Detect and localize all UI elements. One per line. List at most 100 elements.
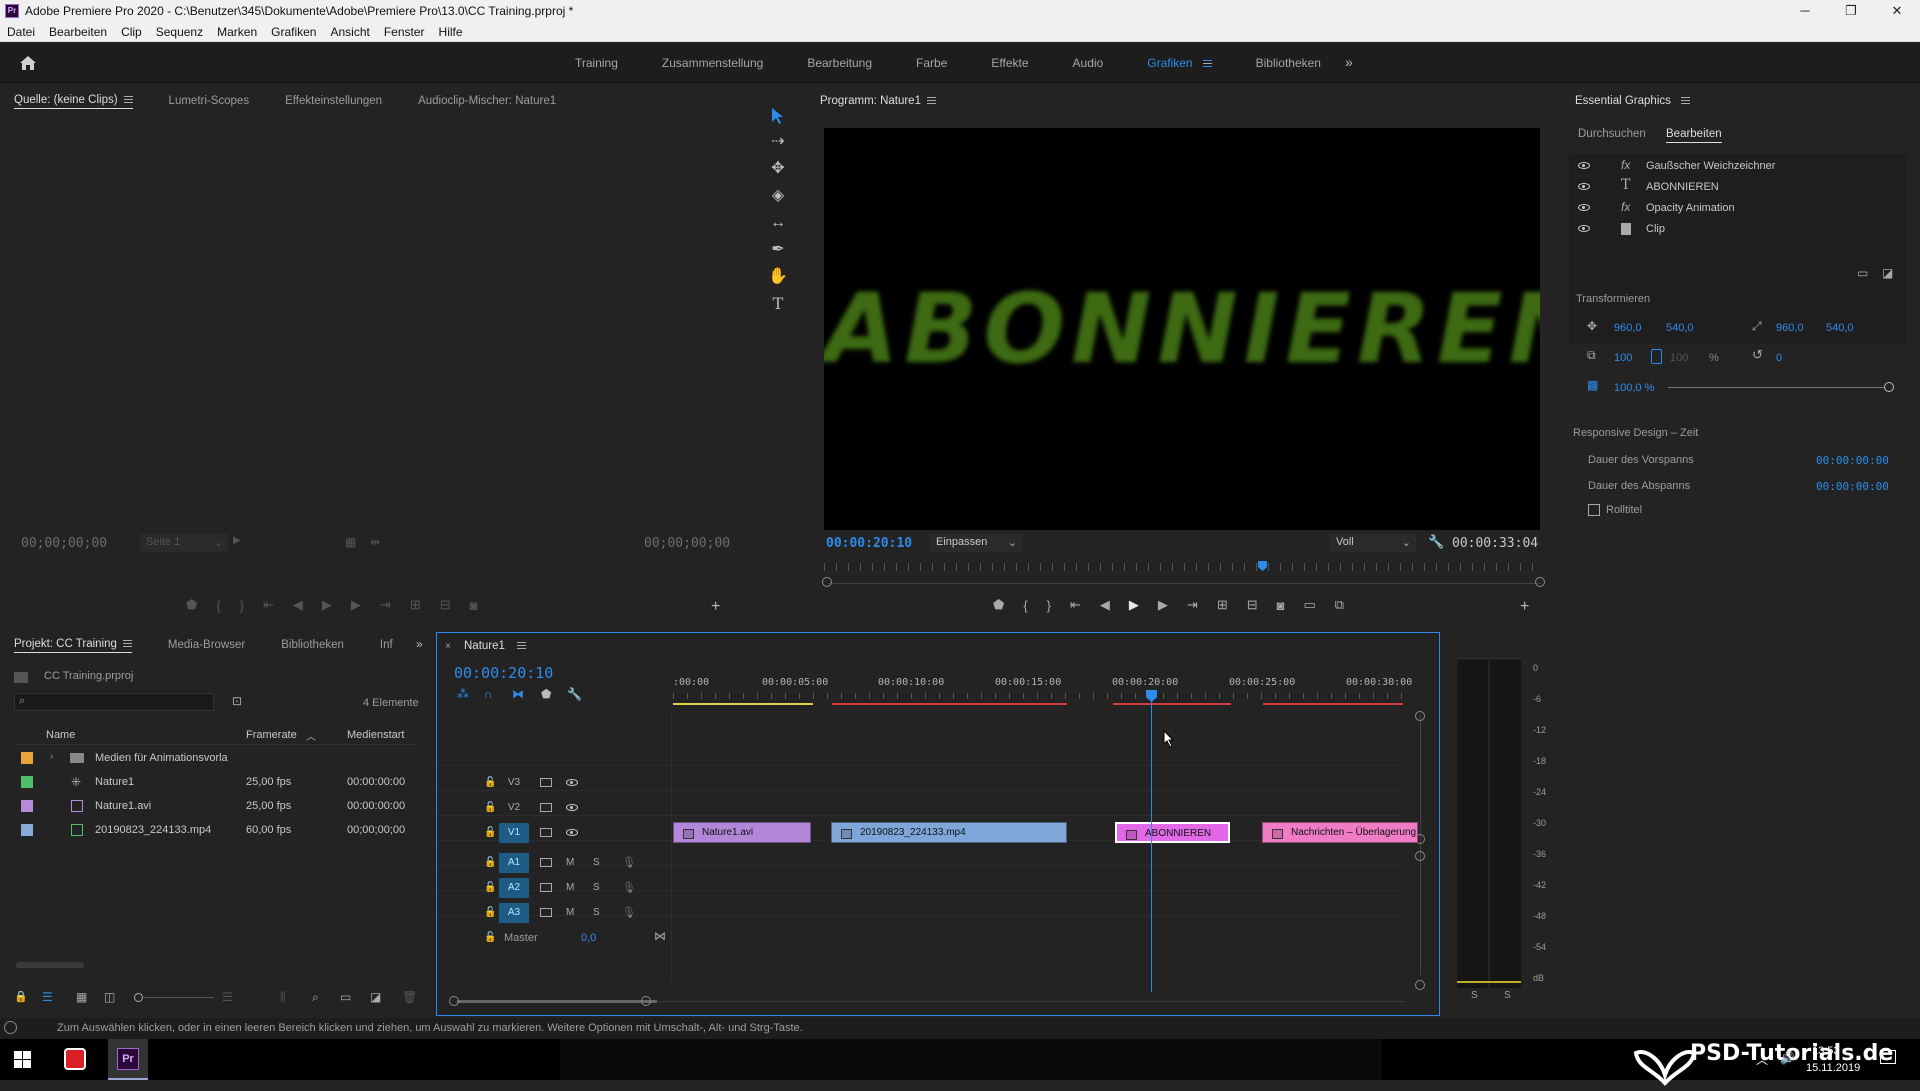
workspace-overflow-icon[interactable]: »: [1345, 54, 1353, 70]
extract-icon[interactable]: ⊟: [1247, 597, 1258, 613]
fit-select[interactable]: Einpassen ⌄: [930, 534, 1022, 552]
minimize-button[interactable]: ─: [1782, 0, 1828, 22]
volume-icon[interactable]: 🔊: [1780, 1051, 1795, 1065]
type-tool-icon[interactable]: T: [766, 292, 790, 316]
eg-layer-row[interactable]: fx Gaußscher Weichzeichner: [1569, 156, 1903, 177]
solo-button[interactable]: S: [593, 907, 600, 918]
track-label[interactable]: A2: [499, 878, 529, 898]
label-color-swatch[interactable]: [21, 752, 33, 764]
mute-button[interactable]: M: [566, 907, 574, 918]
new-bin-from-search-icon[interactable]: ⊡: [232, 694, 242, 708]
step-forward-icon[interactable]: ▶: [351, 597, 361, 613]
step-back-icon[interactable]: ◀: [293, 597, 303, 613]
new-item-icon[interactable]: ◪: [370, 990, 381, 1004]
time-ruler[interactable]: :00:00 00:00:05:00 00:00:10:00 00:00:15:…: [673, 677, 1412, 705]
add-button-icon[interactable]: +: [711, 598, 720, 616]
go-to-in-icon[interactable]: ⇤: [263, 597, 274, 613]
go-to-out-icon[interactable]: ⇥: [1187, 597, 1198, 613]
workspace-farbe[interactable]: Farbe: [916, 56, 947, 70]
opacity-slider-handle[interactable]: [1884, 382, 1894, 392]
find-icon[interactable]: ⌕: [312, 990, 319, 1005]
list-item[interactable]: 20190823_224133.mp4 60,00 fps 00;00;00;0…: [14, 818, 418, 842]
microphone-icon[interactable]: 🎙: [622, 906, 636, 919]
workspace-bearbeitung[interactable]: Bearbeitung: [807, 56, 872, 70]
program-mini-ruler[interactable]: [824, 563, 1544, 571]
outro-duration-value[interactable]: 00:00:00:00: [1816, 480, 1889, 493]
razor-tool-icon[interactable]: ◈: [766, 184, 790, 208]
microphone-icon[interactable]: 🎙: [622, 881, 636, 894]
tab-audio-clip-mixer[interactable]: Audioclip-Mischer: Nature1: [418, 95, 556, 107]
menu-bearbeiten[interactable]: Bearbeiten: [49, 25, 107, 39]
timeline-vertical-scrollbar[interactable]: [1420, 715, 1421, 975]
panel-menu-icon[interactable]: [1680, 97, 1690, 105]
timeline-menu-icon[interactable]: [516, 642, 526, 650]
track-header-a1[interactable]: 🔓 A1 M S 🎙: [440, 852, 670, 874]
meter-solo-left[interactable]: S: [1471, 990, 1478, 1001]
track-header-v1[interactable]: 🔓 V1: [440, 822, 670, 844]
sync-lock-icon[interactable]: [540, 828, 552, 837]
lock-aspect-toggle[interactable]: [1651, 349, 1662, 364]
eg-layer-row[interactable]: T ABONNIEREN: [1569, 177, 1903, 198]
pen-tool-icon[interactable]: ✒: [766, 238, 790, 262]
eg-tab-bearbeiten[interactable]: Bearbeiten: [1666, 128, 1722, 143]
export-frame-icon[interactable]: ▦: [345, 535, 356, 549]
sync-lock-icon[interactable]: [540, 908, 552, 917]
timeline-tab[interactable]: Nature1: [464, 640, 526, 652]
overwrite-icon[interactable]: ⊟: [440, 597, 451, 613]
scale-value[interactable]: 100: [1614, 352, 1632, 364]
track-header-a2[interactable]: 🔓 A2 M S 🎙: [440, 877, 670, 899]
zoom-end-handle[interactable]: [1535, 577, 1545, 587]
insert-icon[interactable]: ⊞: [410, 597, 421, 613]
anchor-x-value[interactable]: 960,0: [1776, 322, 1804, 334]
vscroll-handle-mid[interactable]: [1415, 851, 1425, 861]
windows-start-icon[interactable]: [14, 1051, 31, 1068]
program-menu-icon[interactable]: [926, 97, 936, 105]
eye-icon[interactable]: [1578, 183, 1590, 190]
snap-magnet-icon[interactable]: ∩: [484, 687, 493, 701]
rotation-value[interactable]: 0: [1776, 352, 1782, 364]
expand-arrow-icon[interactable]: ›: [50, 751, 53, 762]
play-icon[interactable]: ▶: [1129, 597, 1139, 613]
source-timecode[interactable]: 00;00;00;00: [21, 536, 107, 551]
new-bin-icon[interactable]: ▭: [340, 990, 351, 1004]
eye-icon[interactable]: [1578, 204, 1590, 211]
add-button-icon[interactable]: +: [1520, 598, 1529, 616]
lock-icon[interactable]: 🔓: [484, 802, 496, 813]
program-title[interactable]: Programm: Nature1: [820, 95, 936, 107]
go-to-end-icon[interactable]: ⋈: [654, 929, 666, 943]
menu-fenster[interactable]: Fenster: [384, 25, 425, 39]
track-header-v3[interactable]: 🔓 V3: [440, 772, 670, 794]
eg-add-layer-icon[interactable]: ▭: [1857, 266, 1868, 280]
ripple-edit-tool-icon[interactable]: ✥: [766, 157, 790, 181]
workspace-training[interactable]: Training: [575, 56, 618, 70]
track-label[interactable]: V3: [499, 773, 529, 793]
tab-libraries[interactable]: Bibliotheken: [281, 639, 344, 651]
opacity-slider-track[interactable]: [1668, 387, 1888, 388]
tab-source[interactable]: Quelle: (keine Clips): [14, 94, 133, 109]
clock-time[interactable]: 13:53: [1812, 1045, 1840, 1057]
menu-grafiken[interactable]: Grafiken: [271, 25, 316, 39]
microphone-icon[interactable]: 🎙: [622, 856, 636, 869]
trash-icon[interactable]: 🗑: [402, 990, 417, 1004]
meter-solo-right[interactable]: S: [1504, 990, 1511, 1001]
selection-tool-icon[interactable]: [769, 106, 787, 126]
tab-lumetri-scopes[interactable]: Lumetri-Scopes: [169, 95, 250, 107]
menu-hilfe[interactable]: Hilfe: [439, 25, 463, 39]
track-label[interactable]: V2: [499, 798, 529, 818]
hscroll-handle-start[interactable]: [449, 996, 459, 1006]
program-zoom-scrollbar[interactable]: [828, 583, 1540, 584]
nest-toggle-icon[interactable]: ⁂: [457, 687, 469, 701]
comparison-view-icon[interactable]: ▭: [1303, 597, 1315, 613]
list-item[interactable]: ⁜ Nature1 25,00 fps 00:00:00:00: [14, 770, 418, 794]
track-header-master[interactable]: 🔓 Master 0,0 ⋈: [440, 927, 670, 949]
label-color-swatch[interactable]: [21, 776, 33, 788]
list-view-icon[interactable]: ☰: [42, 990, 53, 1004]
eye-icon[interactable]: [566, 804, 578, 811]
eg-tab-durchsuchen[interactable]: Durchsuchen: [1578, 128, 1646, 140]
lock-icon[interactable]: 🔓: [484, 882, 496, 893]
marker-icon[interactable]: ⬟: [186, 597, 197, 613]
position-x-value[interactable]: 960,0: [1614, 322, 1642, 334]
track-label[interactable]: A1: [499, 853, 529, 873]
sync-lock-icon[interactable]: [540, 803, 552, 812]
sort-ascending-icon[interactable]: ︿: [306, 728, 316, 743]
